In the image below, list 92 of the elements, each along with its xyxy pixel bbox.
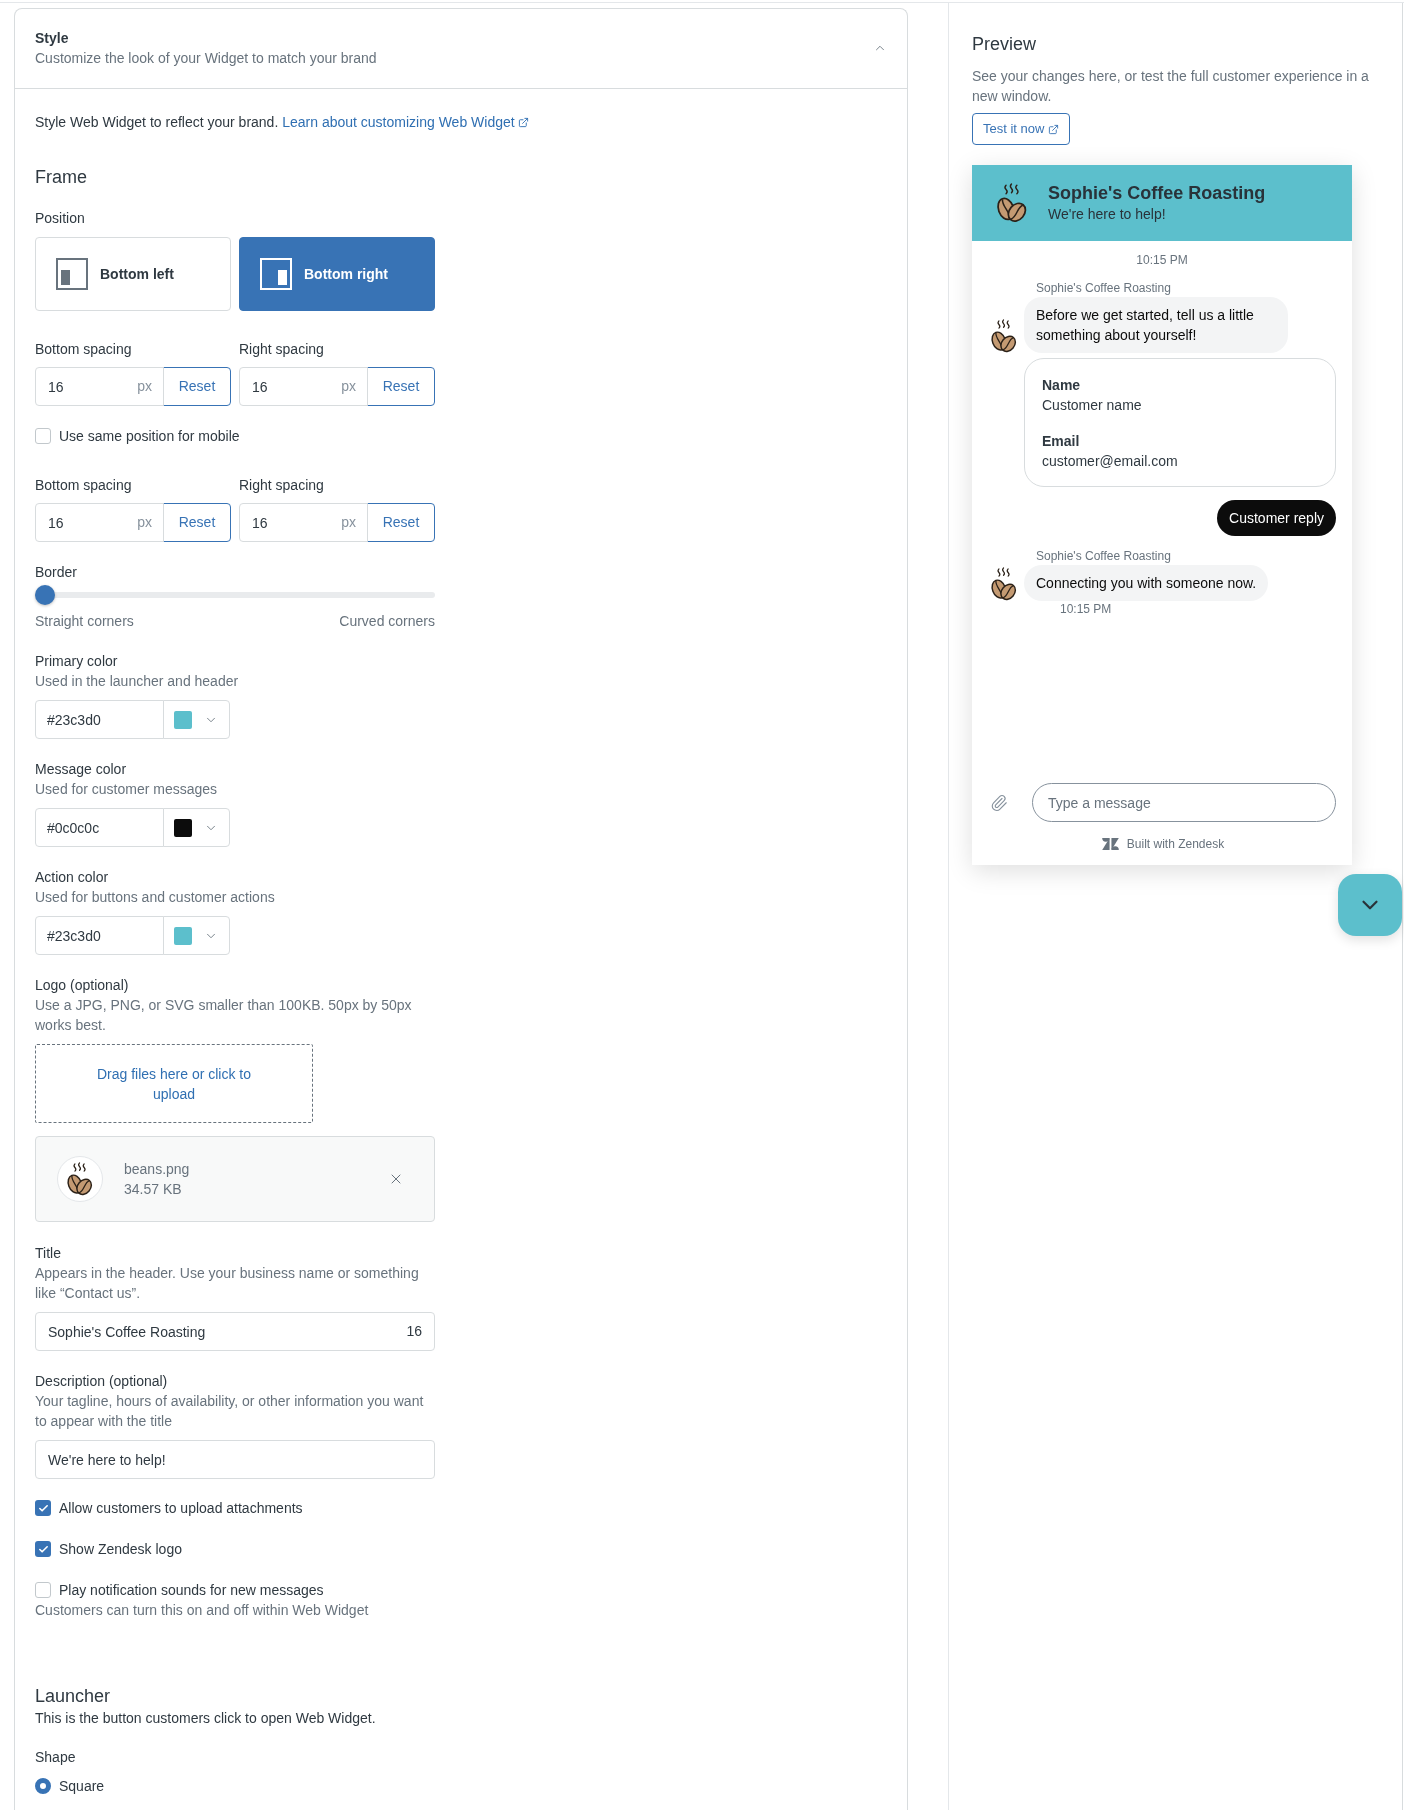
- field-label: Border: [35, 563, 78, 582]
- slider-thumb[interactable]: [35, 585, 55, 605]
- field-hint: Appears in the header. Use your business name or something like “Contact us”.: [35, 1264, 420, 1303]
- section-subtitle: Customize the look of your Widget to match your brand: [35, 49, 377, 68]
- sender-name: Sophie's Coffee Roasting: [1036, 280, 1171, 296]
- agent-message: Connecting you with someone now.: [1024, 565, 1269, 601]
- field-label: Message color: [35, 760, 128, 779]
- field-hint: Used for customer messages: [35, 780, 219, 799]
- field-label: Bottom spacing: [35, 340, 133, 359]
- widget-footer-text: Built with Zendesk: [1126, 836, 1225, 852]
- reset-button[interactable]: Reset: [367, 367, 435, 406]
- position-layout-icon: [56, 258, 88, 290]
- test-it-now-button[interactable]: Test it now: [972, 113, 1071, 145]
- section-title: Style: [35, 29, 69, 48]
- checkbox-label: Allow customers to upload attachments: [59, 1499, 303, 1518]
- coffee-beans-icon: [57, 1156, 103, 1202]
- field-hint: Used for buttons and customer actions: [35, 888, 276, 907]
- file-size: 34.57 KB: [124, 1180, 182, 1199]
- checkbox[interactable]: [35, 1541, 51, 1557]
- field-label: Description (optional): [35, 1372, 168, 1391]
- form-field-label: Email: [1042, 432, 1080, 451]
- checkbox[interactable]: [35, 1500, 51, 1516]
- intro-text: Style Web Widget to reflect your brand. Learn about customizing Web Widget: [35, 112, 529, 132]
- form-field-label: Name: [1042, 376, 1081, 395]
- color-picker-button[interactable]: [163, 700, 230, 739]
- color-picker-button[interactable]: [163, 916, 230, 955]
- field-label: Action color: [35, 868, 110, 887]
- reset-button[interactable]: Reset: [163, 503, 231, 542]
- agent-message: Before we get started, tell us a little something about yourself!: [1024, 297, 1288, 353]
- external-link-icon: [1048, 123, 1060, 135]
- paperclip-icon[interactable]: [990, 792, 1008, 813]
- preview-heading: Preview: [972, 33, 1037, 56]
- checkbox-label: Show Zendesk logo: [59, 1540, 182, 1559]
- border-slider[interactable]: [35, 585, 435, 605]
- slider-min-label: Straight corners: [35, 612, 134, 631]
- radio-button[interactable]: [35, 1778, 51, 1794]
- unit-label: px: [137, 513, 152, 531]
- section-description: This is the button customers click to open Web Widget.: [35, 1709, 376, 1728]
- file-dropzone[interactable]: Drag files here or click to upload: [35, 1044, 313, 1123]
- field-label: Position: [35, 209, 85, 228]
- color-hex-input[interactable]: #23c3d0: [35, 916, 164, 955]
- widget-subtitle: We're here to help!: [1048, 205, 1166, 224]
- checkbox[interactable]: [35, 1582, 51, 1598]
- position-layout-icon: [260, 258, 292, 290]
- section-heading: Launcher: [35, 1685, 111, 1708]
- preview-description: See your changes here, or test the full customer experience in a new window.: [972, 67, 1370, 106]
- file-name: beans.png: [124, 1160, 190, 1179]
- field-label: Logo (optional): [35, 976, 129, 995]
- external-link-icon: [517, 116, 529, 128]
- z-logo-icon: [1101, 838, 1119, 850]
- slider-max-label: Curved corners: [339, 612, 435, 631]
- form-field-value: customer@email.com: [1042, 452, 1178, 471]
- field-hint: Use a JPG, PNG, or SVG smaller than 100KB. 50px by 50px works best.: [35, 996, 413, 1035]
- checkbox[interactable]: [35, 428, 51, 444]
- field-label: Primary color: [35, 652, 119, 671]
- unit-label: px: [137, 377, 152, 395]
- field-label: Bottom spacing: [35, 476, 133, 495]
- unit-label: px: [341, 513, 356, 531]
- checkbox-label: Play notification sounds for new messages: [59, 1581, 324, 1600]
- message-timestamp: 10:15 PM: [1060, 601, 1112, 617]
- position-option[interactable]: Bottom right: [239, 237, 435, 311]
- field-label: Right spacing: [239, 340, 325, 359]
- character-count: 16: [406, 1322, 422, 1340]
- sender-name: Sophie's Coffee Roasting: [1036, 548, 1171, 564]
- message-timestamp: 10:15 PM: [1136, 252, 1188, 268]
- field-label: Title: [35, 1244, 61, 1263]
- coffee-beans-icon: [990, 319, 1018, 353]
- section-heading: Frame: [35, 166, 87, 189]
- checkbox-hint: Customers can turn this on and off within Web Widget: [35, 1601, 369, 1620]
- reset-button[interactable]: Reset: [367, 503, 435, 542]
- field-hint: Your tagline, hours of availability, or other information you want to appear with the title: [35, 1392, 425, 1431]
- reset-button[interactable]: Reset: [163, 367, 231, 406]
- field-hint: Used in the launcher and header: [35, 672, 240, 691]
- form-field-value: Customer name: [1042, 396, 1142, 415]
- color-hex-input[interactable]: #0c0c0c: [35, 808, 164, 847]
- widget-title: Sophie's Coffee Roasting: [1048, 182, 1266, 204]
- message-input[interactable]: Type a message: [1032, 783, 1336, 822]
- color-hex-input[interactable]: #23c3d0: [35, 700, 164, 739]
- field-label: Right spacing: [239, 476, 325, 495]
- description-input[interactable]: We're here to help!: [35, 1440, 435, 1479]
- check-icon: [37, 1543, 49, 1555]
- coffee-beans-icon: [996, 183, 1028, 223]
- position-option[interactable]: Bottom left: [35, 237, 231, 311]
- learn-more-link[interactable]: Learn about customizing Web Widget: [282, 112, 529, 132]
- customer-message: Customer reply: [1217, 500, 1336, 536]
- color-picker-button[interactable]: [163, 808, 230, 847]
- radio-label: Square: [59, 1777, 105, 1796]
- checkbox-label: Use same position for mobile: [59, 427, 240, 446]
- field-label: Shape: [35, 1748, 76, 1767]
- unit-label: px: [341, 377, 356, 395]
- coffee-beans-icon: [990, 567, 1018, 601]
- check-icon: [37, 1502, 49, 1514]
